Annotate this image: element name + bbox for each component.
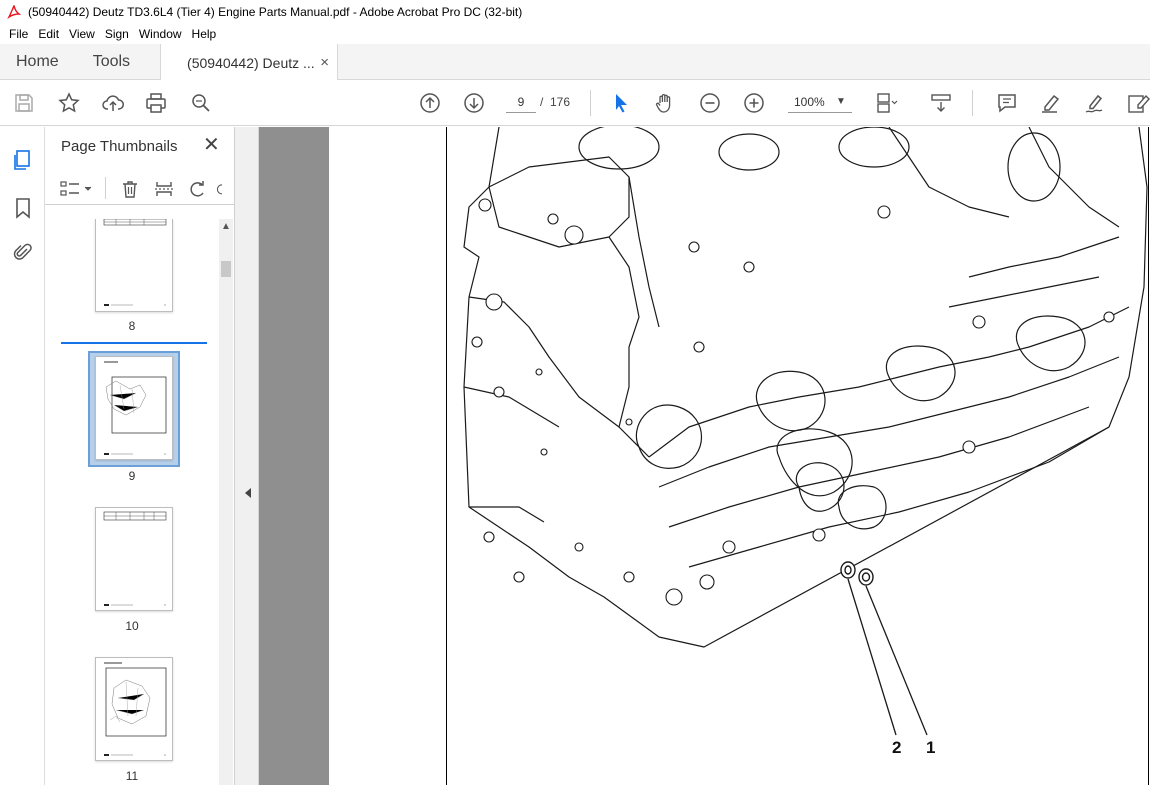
thumbnail-page-number: 11 [125,769,139,783]
thumbnail-page-number: 10 [125,619,139,633]
menu-edit[interactable]: Edit [33,27,64,41]
scrollbar-thumb[interactable] [221,261,231,277]
acrobat-app-icon [6,4,22,20]
page-display-icon[interactable] [872,89,900,117]
attachment-icon[interactable] [10,239,36,265]
next-page-icon[interactable] [460,89,488,117]
tab-document-label: (50940442) Deutz ... [187,54,315,71]
rotate-page-icon[interactable] [186,177,210,201]
title-bar: (50940442) Deutz TD3.6L4 (Tier 4) Engine… [0,0,1150,24]
bookmark-icon[interactable] [10,195,36,221]
toolbar-divider [590,90,591,116]
comment-icon[interactable] [993,89,1021,117]
thumbnail-page[interactable] [95,219,173,312]
page-number-input[interactable]: 9 [506,91,536,113]
acrobat-window: (50940442) Deutz TD3.6L4 (Tier 4) Engine… [0,0,1150,785]
zoom-in-icon[interactable] [740,89,768,117]
select-cursor-icon[interactable] [607,89,635,117]
menu-bar: File Edit View Sign Window Help [0,24,1150,44]
scroll-mode-icon[interactable] [927,89,955,117]
page-total: 176 [550,95,571,109]
hand-tool-icon[interactable] [651,89,679,117]
menu-file[interactable]: File [4,27,33,41]
pdf-page: 2 1 [329,127,1150,785]
scroll-up-arrow-icon[interactable]: ▲ [219,221,233,235]
close-tab-icon[interactable]: × [320,54,329,71]
menu-help[interactable]: Help [187,27,222,41]
thumbnail-page[interactable] [95,657,173,761]
thumbnail-page[interactable] [95,356,173,460]
page-thumbnails-icon[interactable] [10,147,36,173]
callout-label: 1 [926,738,936,757]
window-title: (50940442) Deutz TD3.6L4 (Tier 4) Engine… [28,5,523,19]
previous-page-icon[interactable] [416,89,444,117]
options-menu-icon[interactable] [59,177,93,201]
menu-window[interactable]: Window [134,27,187,41]
cloud-upload-icon[interactable] [99,89,127,117]
close-panel-icon[interactable]: ✕ [203,135,220,155]
menu-sign[interactable]: Sign [100,27,134,41]
search-icon[interactable] [187,89,215,117]
main-toolbar: 9 / 176 100% ▼ [0,80,1150,126]
selection-indicator [61,342,207,344]
print-icon[interactable] [142,89,170,117]
collapse-arrow-icon[interactable] [245,488,251,498]
tab-document[interactable]: (50940442) Deutz ... × [160,44,339,81]
page-thumbnails-panel: Page Thumbnails ✕ 8 9 10 11 ▲ [45,127,235,785]
left-navigation-rail [0,127,45,785]
document-view[interactable]: 2 1 [259,127,1150,785]
page-separator: / [540,95,544,109]
thumbnail-scrollbar[interactable]: ▲ [219,219,233,785]
zoom-dropdown-icon[interactable]: ▼ [836,91,846,113]
save-icon[interactable] [10,89,38,117]
highlight-pen-icon[interactable] [1037,89,1065,117]
toolbar-divider [972,90,973,116]
thumbnail-list[interactable]: 8 9 10 11 [45,219,219,785]
callout-label: 2 [892,738,902,757]
thumbnail-page-number: 8 [128,319,136,333]
extract-page-icon[interactable] [152,177,176,201]
delete-page-icon[interactable] [118,177,142,201]
zoom-out-icon[interactable] [696,89,724,117]
star-icon[interactable] [55,89,83,117]
draw-sign-icon[interactable] [1081,89,1109,117]
thumbnail-toolbar [45,171,235,205]
menu-view[interactable]: View [64,27,100,41]
panel-collapse-handle[interactable] [235,127,259,785]
tab-home[interactable]: Home [0,44,73,79]
edit-pdf-icon[interactable] [1124,89,1150,117]
tab-tools[interactable]: Tools [73,44,160,79]
tab-bar: Home Tools (50940442) Deutz ... × [0,44,1150,81]
thumbnail-page-number: 9 [128,469,136,483]
panel-divider [105,177,106,199]
engine-block-illustration [463,127,1148,736]
thumbnail-page[interactable] [95,507,173,611]
panel-title: Page Thumbnails [61,138,178,155]
rotate-clockwise-icon[interactable] [215,177,229,201]
